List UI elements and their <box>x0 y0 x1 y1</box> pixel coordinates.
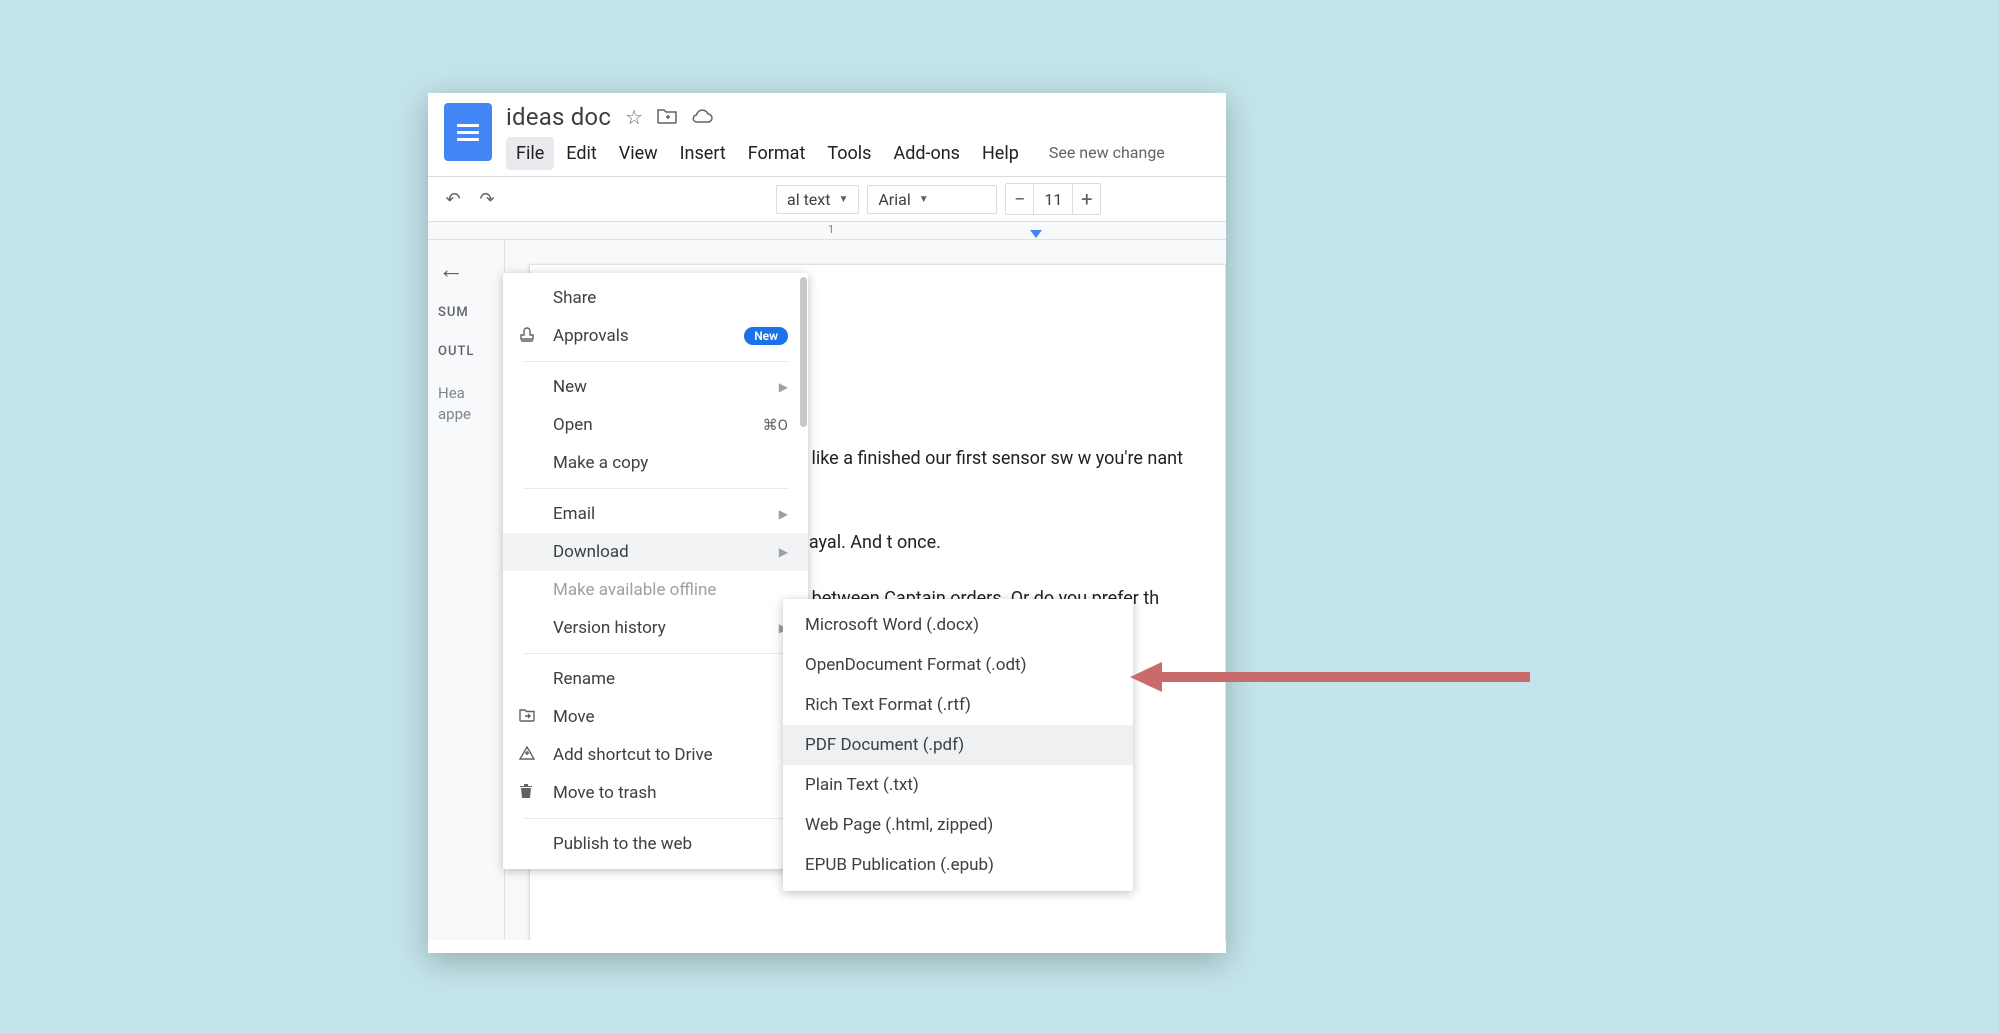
menu-item-share[interactable]: Share <box>503 279 808 317</box>
folder-move-icon <box>519 707 535 727</box>
menu-separator <box>523 653 788 654</box>
menu-item-offline: Make available offline <box>503 571 808 609</box>
caret-down-icon: ▼ <box>919 194 929 205</box>
menubar: File Edit View Insert Format Tools Add-o… <box>506 137 1210 170</box>
stamp-icon <box>519 326 535 347</box>
redo-button[interactable]: ↷ <box>474 186 500 212</box>
paragraph-style-select[interactable]: al text ▼ <box>776 185 859 214</box>
collapse-sidebar-icon[interactable]: ← <box>438 254 494 285</box>
caret-down-icon: ▼ <box>838 194 848 205</box>
menu-file[interactable]: File <box>506 137 554 170</box>
menu-item-approvals[interactable]: Approvals New <box>503 317 808 355</box>
menu-item-version-history[interactable]: Version history ▶ <box>503 609 808 647</box>
menu-edit[interactable]: Edit <box>556 137 606 170</box>
menu-view[interactable]: View <box>609 137 668 170</box>
menu-insert[interactable]: Insert <box>670 137 736 170</box>
menu-format[interactable]: Format <box>738 137 816 170</box>
font-size-value[interactable]: 11 <box>1034 190 1072 209</box>
star-icon[interactable]: ☆ <box>625 105 643 129</box>
drive-shortcut-icon <box>519 745 535 765</box>
submenu-arrow-icon: ▶ <box>779 507 788 521</box>
outline-note-line1: Hea <box>438 383 494 404</box>
menu-item-download[interactable]: Download ▶ <box>503 533 808 571</box>
menu-item-new[interactable]: New ▶ <box>503 368 808 406</box>
font-select[interactable]: Arial ▼ <box>867 185 997 214</box>
menu-item-rename[interactable]: Rename <box>503 660 808 698</box>
header: ideas doc ☆ File Edit View Insert Format… <box>428 93 1226 170</box>
submenu-item-txt[interactable]: Plain Text (.txt) <box>783 765 1133 805</box>
cloud-status-icon[interactable] <box>691 105 713 129</box>
menu-separator <box>523 818 788 819</box>
submenu-item-rtf[interactable]: Rich Text Format (.rtf) <box>783 685 1133 725</box>
menu-item-email[interactable]: Email ▶ <box>503 495 808 533</box>
summary-heading: SUM <box>438 305 494 320</box>
file-menu-dropdown: Share Approvals New New ▶ Open ⌘O Make a… <box>503 273 808 869</box>
arrow-shaft <box>1160 672 1530 682</box>
menu-item-publish[interactable]: Publish to the web <box>503 825 808 863</box>
menu-separator <box>523 488 788 489</box>
submenu-arrow-icon: ▶ <box>779 380 788 394</box>
outline-sidebar: ← SUM OUTL Hea appe <box>428 240 505 940</box>
menu-addons[interactable]: Add-ons <box>883 137 970 170</box>
app-window: ideas doc ☆ File Edit View Insert Format… <box>428 93 1226 953</box>
trash-icon <box>519 783 533 804</box>
font-label: Arial <box>878 190 910 209</box>
ruler[interactable]: 1 <box>428 222 1226 240</box>
paragraph-style-label: al text <box>787 190 830 209</box>
submenu-item-epub[interactable]: EPUB Publication (.epub) <box>783 845 1133 885</box>
arrow-head-icon <box>1130 662 1162 692</box>
font-size-stepper: − 11 + <box>1005 183 1101 215</box>
menu-item-move[interactable]: Move <box>503 698 808 736</box>
menu-separator <box>523 361 788 362</box>
menu-item-add-shortcut[interactable]: Add shortcut to Drive <box>503 736 808 774</box>
document-title[interactable]: ideas doc <box>506 103 611 131</box>
menu-help[interactable]: Help <box>972 137 1029 170</box>
move-folder-icon[interactable] <box>657 105 677 129</box>
ruler-indent-marker[interactable] <box>1030 230 1042 238</box>
font-size-increase[interactable]: + <box>1072 184 1100 214</box>
outline-note-line2: appe <box>438 404 494 425</box>
new-badge: New <box>744 327 788 345</box>
annotation-arrow <box>1130 665 1530 689</box>
submenu-item-pdf[interactable]: PDF Document (.pdf) <box>783 725 1133 765</box>
menu-item-make-copy[interactable]: Make a copy <box>503 444 808 482</box>
ruler-tick: 1 <box>828 223 834 236</box>
submenu-item-docx[interactable]: Microsoft Word (.docx) <box>783 605 1133 645</box>
submenu-arrow-icon: ▶ <box>779 545 788 559</box>
download-submenu: Microsoft Word (.docx) OpenDocument Form… <box>783 599 1133 891</box>
submenu-item-html[interactable]: Web Page (.html, zipped) <box>783 805 1133 845</box>
menu-item-trash[interactable]: Move to trash <box>503 774 808 812</box>
submenu-item-odt[interactable]: OpenDocument Format (.odt) <box>783 645 1133 685</box>
toolbar: ↶ ↷ al text ▼ Arial ▼ − 11 + <box>428 176 1226 222</box>
menu-tools[interactable]: Tools <box>817 137 881 170</box>
undo-button[interactable]: ↶ <box>440 186 466 212</box>
revision-link[interactable]: See new change <box>1039 137 1175 170</box>
outline-heading: OUTL <box>438 344 494 359</box>
menu-item-open[interactable]: Open ⌘O <box>503 406 808 444</box>
shortcut-label: ⌘O <box>763 416 788 434</box>
docs-logo-icon[interactable] <box>444 103 492 161</box>
font-size-decrease[interactable]: − <box>1006 184 1034 214</box>
